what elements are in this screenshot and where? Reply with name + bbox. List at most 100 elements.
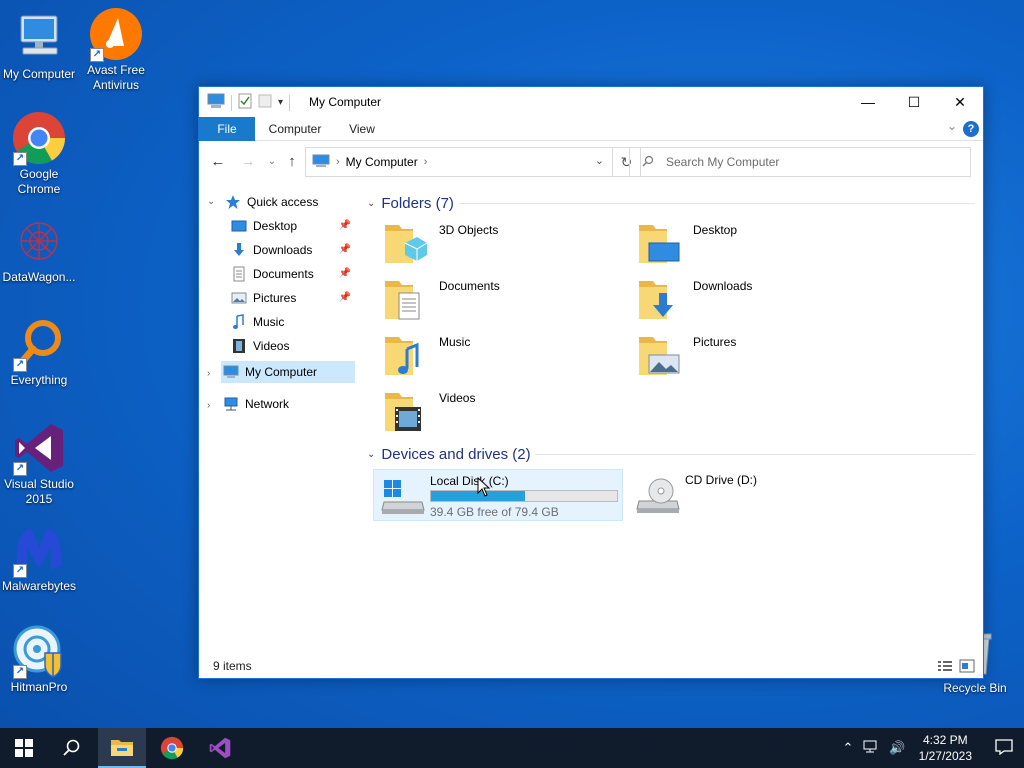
tab-view[interactable]: View — [337, 117, 387, 141]
desktop-icon-hitmanpro[interactable]: ↗ HitmanPro — [0, 623, 78, 695]
search-icon — [642, 155, 654, 170]
desktop-icon-malwarebytes[interactable]: ↗ Malwarebytes — [0, 522, 78, 594]
nav-label: Videos — [253, 339, 290, 353]
recent-locations-icon[interactable]: ⌄ — [261, 151, 283, 173]
desktop-icon-visual-studio[interactable]: ↗ Visual Studio 2015 — [0, 420, 78, 507]
network-status-icon[interactable] — [863, 740, 879, 757]
nav-item-desktop[interactable]: Desktop 📌 — [231, 215, 355, 237]
details-view-icon[interactable] — [937, 659, 953, 673]
star-icon — [225, 194, 241, 210]
shortcut-arrow-icon: ↗ — [13, 665, 27, 679]
computer-icon — [207, 93, 225, 112]
desktop-icon-my-computer[interactable]: My Computer — [0, 10, 78, 82]
window-controls: — ☐ ✕ — [845, 87, 983, 117]
desktop-icon-everything[interactable]: ↗ Everything — [0, 316, 78, 388]
nav-item-videos[interactable]: Videos — [231, 335, 355, 357]
chrome-icon — [160, 736, 184, 760]
forward-arrow-icon[interactable]: → — [237, 151, 259, 173]
system-tray: ⌃ 🔊 4:32 PM 1/27/2023 — [838, 728, 1024, 768]
avast-icon: ↗ — [88, 6, 144, 62]
nav-label: Desktop — [253, 219, 298, 233]
pin-icon[interactable]: 📌 — [339, 263, 351, 285]
taskbar-visual-studio[interactable] — [196, 728, 244, 768]
pin-icon[interactable]: 📌 — [339, 287, 351, 309]
search-box[interactable] — [629, 147, 971, 177]
nav-label: Music — [253, 315, 285, 329]
nav-item-downloads[interactable]: Downloads 📌 — [231, 239, 355, 261]
show-hidden-icons-chevron-icon[interactable]: ⌃ — [843, 740, 854, 756]
pin-icon[interactable]: 📌 — [339, 239, 351, 261]
close-button[interactable]: ✕ — [937, 87, 983, 117]
drive-local-disk-c[interactable]: Local Disk (C:) 39.4 GB free of 79.4 GB — [373, 469, 623, 521]
nav-item-music[interactable]: Music — [231, 311, 355, 333]
title-bar[interactable]: ▾ My Computer — ☐ ✕ — [199, 87, 983, 117]
properties-icon[interactable] — [238, 93, 252, 112]
clock[interactable]: 4:32 PM 1/27/2023 — [919, 732, 972, 764]
desktop-icon-chrome[interactable]: ↗ Google Chrome — [0, 110, 78, 197]
nav-item-documents[interactable]: Documents 📌 — [231, 263, 355, 285]
maximize-button[interactable]: ☐ — [891, 87, 937, 117]
folder-label: Music — [439, 335, 471, 349]
back-arrow-icon[interactable]: ← — [207, 151, 229, 173]
breadcrumb-chevron-icon[interactable]: › — [336, 156, 340, 168]
windows-drive-icon — [380, 476, 426, 516]
nav-quick-access[interactable]: Quick access — [225, 191, 355, 213]
collapse-chevron-icon[interactable]: ⌄ — [207, 196, 215, 207]
collapse-chevron-icon: ⌄ — [367, 448, 376, 460]
taskbar-chrome[interactable] — [148, 728, 196, 768]
tiles-view-icon[interactable] — [959, 659, 975, 673]
nav-item-pictures[interactable]: Pictures 📌 — [231, 287, 355, 309]
expand-chevron-icon[interactable]: › — [207, 400, 210, 411]
hitmanpro-icon: ↗ — [11, 623, 67, 679]
search-input[interactable] — [664, 154, 944, 170]
explorer-window[interactable]: ▾ My Computer — ☐ ✕ File Computer View ⌄… — [198, 86, 984, 679]
ribbon-tabs: File Computer View ⌄ ? — [199, 117, 983, 141]
expand-chevron-icon[interactable]: › — [207, 368, 210, 379]
breadcrumb-location[interactable]: My Computer — [346, 155, 418, 169]
item-count: 9 items — [213, 659, 252, 673]
start-button[interactable] — [0, 728, 48, 768]
disk-usage-bar — [430, 490, 618, 502]
folder-documents[interactable]: Documents — [375, 273, 625, 325]
up-arrow-icon[interactable]: ↑ — [281, 151, 303, 173]
desktop-icon-avast[interactable]: ↗ Avast Free Antivirus — [77, 6, 155, 93]
nav-label: Pictures — [253, 291, 297, 305]
volume-icon[interactable]: 🔊 — [889, 740, 905, 756]
drive-cd-d[interactable]: CD Drive (D:) — [629, 469, 879, 521]
breadcrumb-chevron-icon[interactable]: › — [424, 156, 428, 168]
desktop-icon-datawagon[interactable]: DataWagon... — [0, 213, 78, 285]
search-button[interactable] — [48, 728, 96, 768]
desktop-folder-icon — [637, 217, 683, 265]
minimize-button[interactable]: — — [845, 87, 891, 117]
customize-toolbar-icon[interactable]: ▾ — [278, 97, 283, 108]
folder-label: Desktop — [693, 223, 738, 237]
address-dropdown-icon[interactable]: ⌄ — [595, 154, 604, 167]
taskbar-file-explorer[interactable] — [98, 728, 146, 768]
nav-network[interactable]: Network — [223, 393, 355, 415]
desktop-icon-label: Everything — [10, 373, 68, 387]
desktop-icon-label: My Computer — [2, 67, 76, 81]
folders-group-header[interactable]: ⌄ Folders (7) — [367, 193, 454, 213]
tab-computer[interactable]: Computer — [259, 117, 331, 141]
folder-downloads[interactable]: Downloads — [629, 273, 879, 325]
new-folder-icon[interactable] — [258, 93, 272, 112]
tab-file[interactable]: File — [199, 117, 255, 141]
help-button[interactable]: ? — [963, 121, 979, 137]
drives-group-header[interactable]: ⌄ Devices and drives (2) — [367, 444, 531, 464]
address-bar[interactable]: › My Computer › ⌄ — [305, 147, 613, 177]
pin-icon[interactable]: 📌 — [339, 215, 351, 237]
computer-icon — [11, 10, 67, 66]
folder-music[interactable]: Music — [375, 329, 625, 381]
desktop-icon-label: Visual Studio 2015 — [4, 477, 74, 506]
desktop-icon-label: HitmanPro — [10, 680, 68, 694]
shortcut-arrow-icon: ↗ — [13, 462, 27, 476]
folder-desktop[interactable]: Desktop — [629, 217, 879, 269]
folder-videos[interactable]: Videos — [375, 385, 625, 437]
desktop-icon-label: Google Chrome — [17, 167, 61, 196]
nav-my-computer[interactable]: My Computer — [221, 361, 355, 383]
expand-ribbon-icon[interactable]: ⌄ — [947, 119, 957, 133]
folder-pictures[interactable]: Pictures — [629, 329, 879, 381]
folder-3d-objects[interactable]: 3D Objects — [375, 217, 625, 269]
group-header-label: Devices and drives (2) — [381, 445, 531, 463]
action-center-icon[interactable] — [984, 738, 1024, 758]
